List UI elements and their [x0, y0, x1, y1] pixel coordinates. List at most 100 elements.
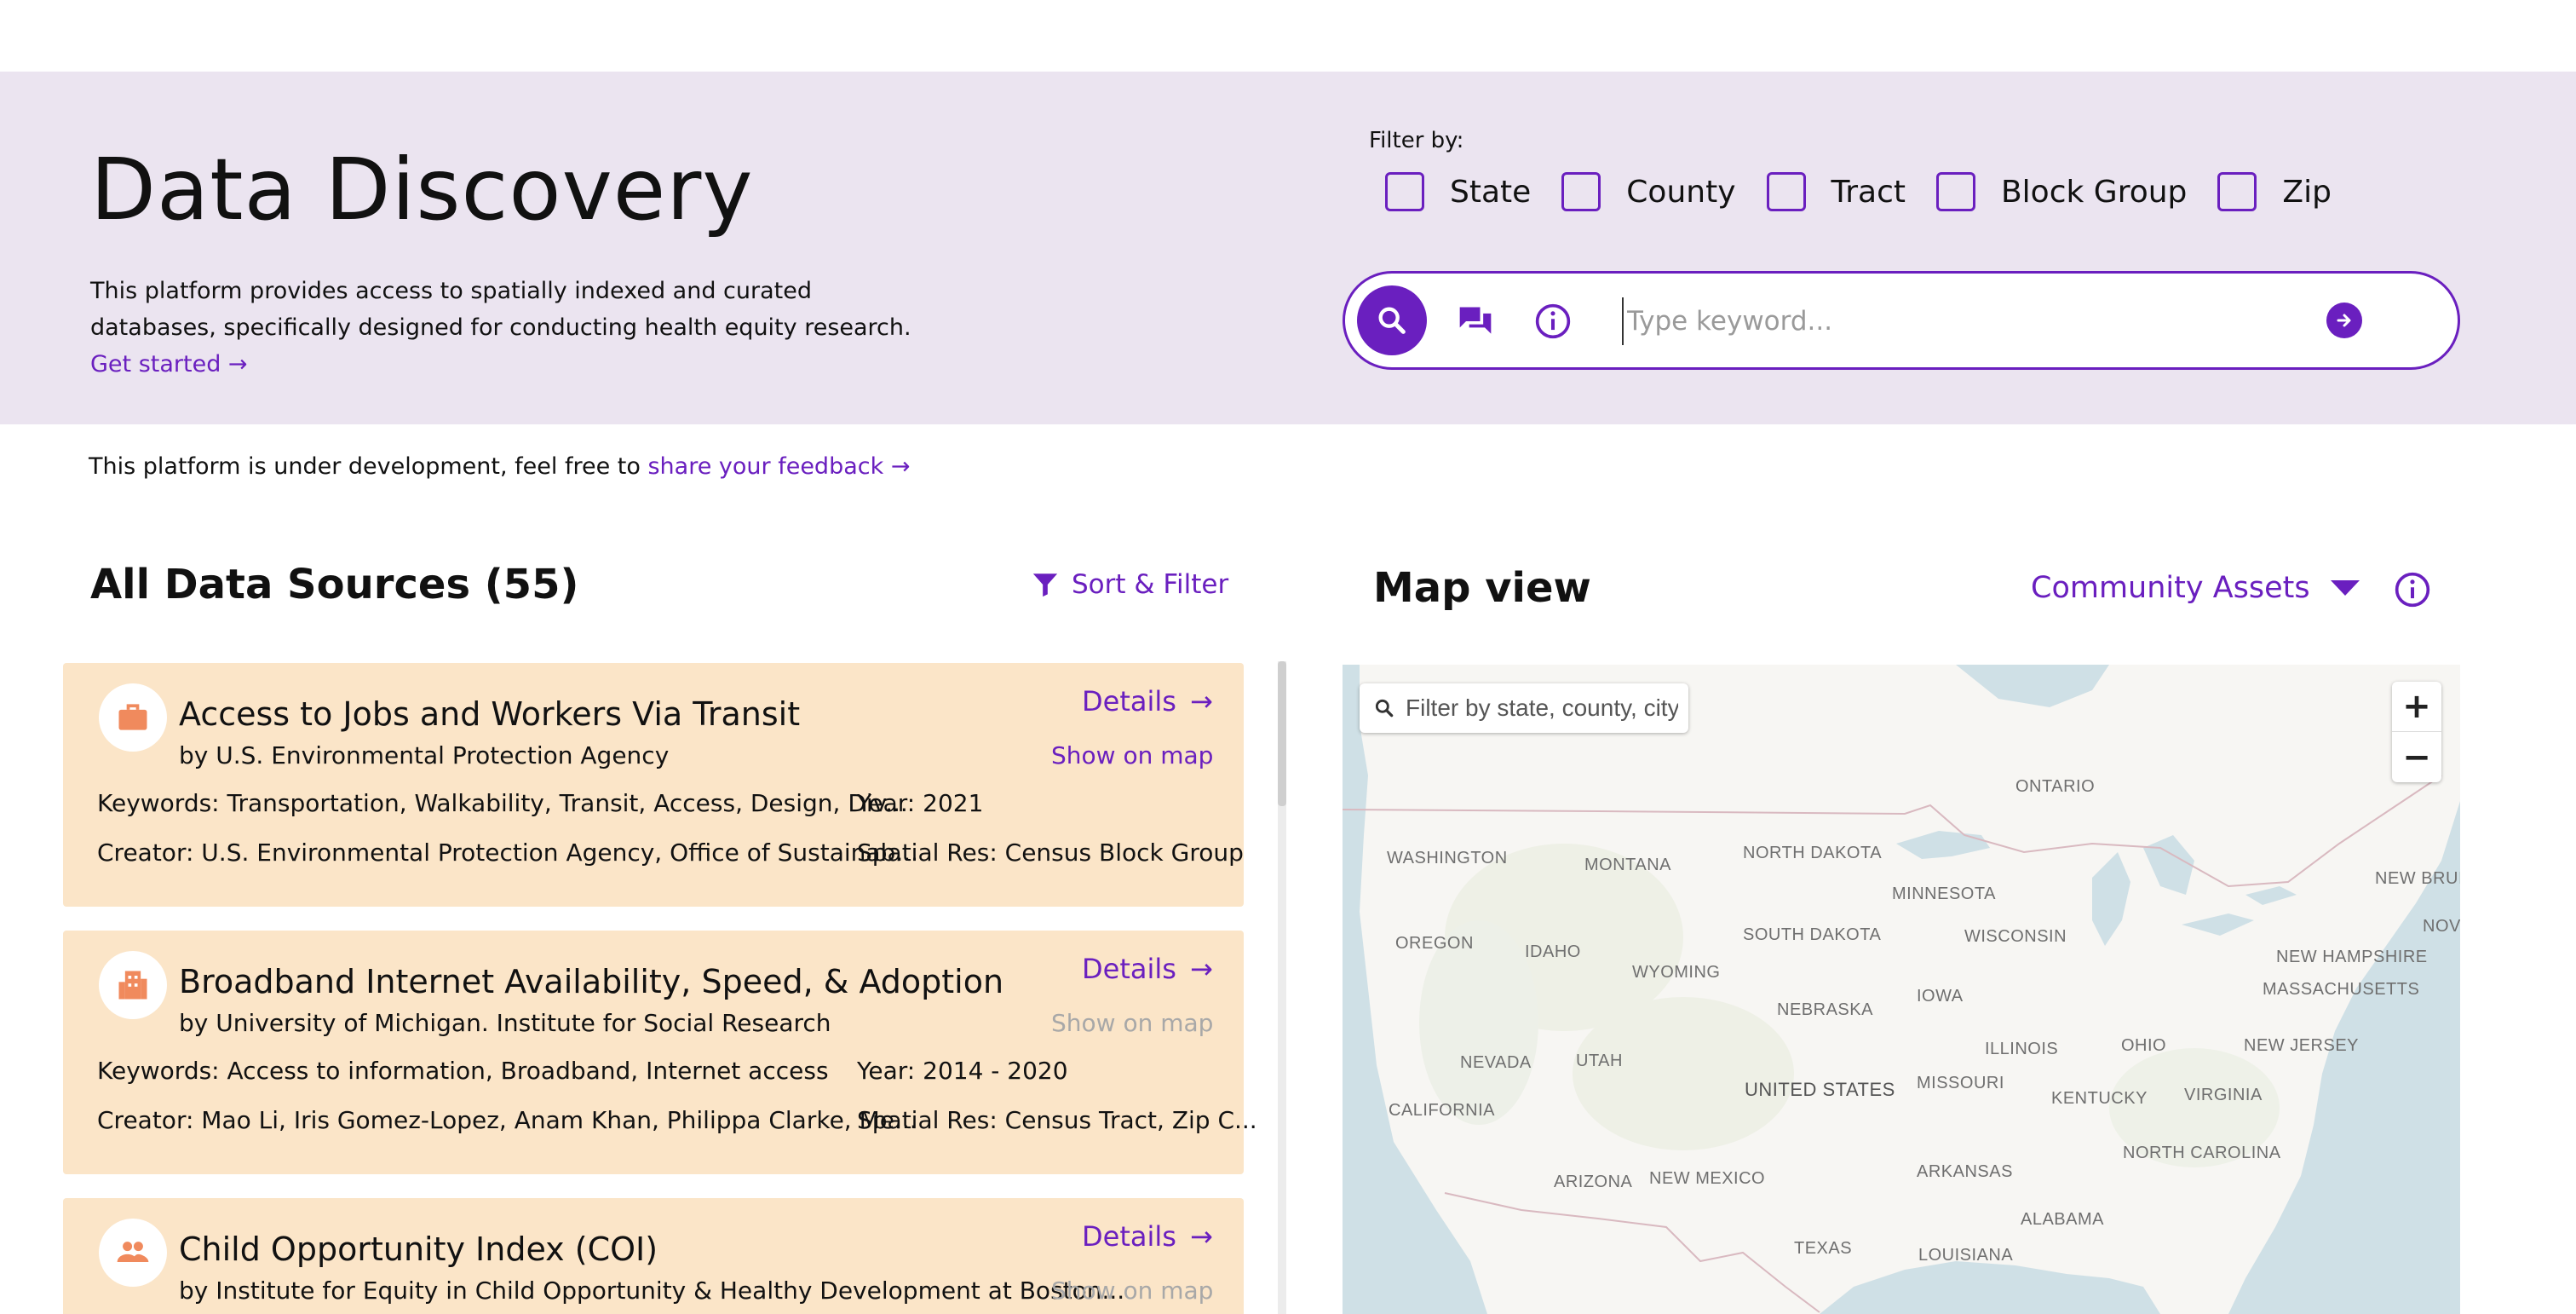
hero-description-text: This platform provides access to spatial… — [90, 278, 911, 341]
filter-tract[interactable]: Tract — [1766, 172, 1906, 211]
map-label-idaho: IDAHO — [1525, 942, 1581, 961]
map-label-ohio: OHIO — [2121, 1036, 2167, 1055]
zip-checkbox[interactable] — [2217, 172, 2257, 211]
show-on-map-link[interactable]: Show on map — [1051, 741, 1213, 769]
map-label-north-dakota: NORTH DAKOTA — [1743, 844, 1883, 862]
details-link[interactable]: Details → — [1082, 1220, 1213, 1253]
arrow-right-icon: → — [1189, 1220, 1213, 1253]
search-submit-button[interactable] — [2326, 303, 2362, 338]
details-link[interactable]: Details → — [1082, 685, 1213, 718]
data-source-card[interactable]: Broadband Internet Availability, Speed, … — [63, 931, 1257, 1174]
caret-down-icon — [2330, 580, 2360, 596]
feedback-link[interactable]: share your feedback → — [647, 453, 910, 480]
details-link[interactable]: Details → — [1082, 953, 1213, 985]
search-icon — [1378, 307, 1406, 334]
card-publisher: by Institute for Equity in Child Opportu… — [179, 1277, 1125, 1305]
filter-state[interactable]: State — [1385, 172, 1531, 211]
top-bar — [0, 0, 2576, 72]
map-label-kentucky: KENTUCKY — [2051, 1089, 2148, 1108]
card-icon-container — [99, 683, 167, 752]
get-started-link[interactable]: Get started → — [90, 351, 248, 377]
data-sources-title: All Data Sources (55) — [90, 561, 579, 608]
block-group-checkbox[interactable] — [1935, 172, 1975, 211]
map-label-virginia: VIRGINIA — [2184, 1086, 2263, 1104]
map-label-missouri: MISSOURI — [1917, 1074, 2004, 1092]
map-label-arkansas: ARKANSAS — [1917, 1162, 2013, 1181]
card-title[interactable]: Access to Jobs and Workers Via Transit — [179, 695, 800, 733]
map-layer-label: Community Assets — [2031, 571, 2310, 605]
map-label-alabama: ALABAMA — [2021, 1210, 2104, 1229]
county-checkbox[interactable] — [1561, 172, 1601, 211]
zoom-in-button[interactable]: + — [2392, 682, 2441, 732]
tract-checkbox[interactable] — [1766, 172, 1806, 211]
data-source-card[interactable]: Access to Jobs and Workers Via Transit b… — [63, 663, 1244, 907]
map-label-nebraska: NEBRASKA — [1777, 1000, 1873, 1019]
map-label-new-jersey: NEW JERSEY — [2244, 1036, 2360, 1055]
map-label-washington: WASHINGTON — [1387, 849, 1508, 867]
map-label-california: CALIFORNIA — [1389, 1101, 1496, 1120]
map-label-united-states: UNITED STATES — [1745, 1079, 1895, 1100]
map-layer-dropdown[interactable]: Community Assets — [2031, 571, 2360, 605]
filter-county-label: County — [1626, 174, 1736, 210]
map-label-ontario: ONTARIO — [2015, 777, 2096, 796]
sort-filter-button[interactable]: Sort & Filter — [1031, 569, 1228, 600]
card-spatial-res: Spatial Res: Census Block Group — [857, 839, 1244, 867]
keyword-input[interactable] — [1622, 297, 2303, 345]
card-icon-container — [99, 951, 167, 1019]
notice-text: This platform is under development, feel… — [89, 453, 641, 480]
details-label: Details — [1082, 953, 1176, 985]
show-on-map-link: Show on map — [1051, 1009, 1214, 1037]
map-label-illinois: ILLINOIS — [1985, 1040, 2059, 1058]
filter-state-label: State — [1450, 174, 1532, 210]
search-icon — [1375, 699, 1394, 718]
map-label-minnesota: MINNESOTA — [1892, 885, 1996, 903]
filter-zip-label: Zip — [2282, 174, 2332, 210]
briefcase-icon — [118, 704, 147, 730]
arrow-right-icon — [2337, 314, 2351, 327]
arrow-right-icon: → — [1189, 953, 1213, 985]
card-spatial-res: Spatial Res: Census Tract, Zip C... — [857, 1106, 1257, 1134]
details-label: Details — [1082, 1220, 1176, 1253]
map-label-louisiana: LOUISIANA — [1918, 1246, 2014, 1265]
map-label-nevada: NEVADA — [1460, 1053, 1532, 1072]
chat-icon[interactable] — [1456, 303, 1495, 343]
development-notice: This platform is under development, feel… — [89, 453, 910, 480]
filter-icon — [1032, 573, 1058, 597]
map-label-montana: MONTANA — [1584, 856, 1672, 874]
map-label-iowa: IOWA — [1917, 987, 1964, 1006]
card-year: Year: 2014 - 2020 — [857, 1057, 1068, 1085]
map-canvas[interactable]: + − ONTARIO WASHINGTON MONTANA NORTH DAK… — [1343, 665, 2460, 1314]
map-label-new-mexico: NEW MEXICO — [1649, 1169, 1766, 1188]
filter-label: Filter by: — [1369, 128, 1464, 153]
info-icon[interactable] — [1534, 303, 1572, 343]
hero-description: This platform provides access to spatial… — [90, 273, 942, 383]
card-title[interactable]: Broadband Internet Availability, Speed, … — [179, 963, 1003, 1000]
map-label-south-dakota: SOUTH DAKOTA — [1743, 925, 1882, 944]
card-title[interactable]: Child Opportunity Index (COI) — [179, 1230, 658, 1268]
card-creator: Creator: Mao Li, Iris Gomez-Lopez, Anam … — [97, 1106, 917, 1134]
search-button[interactable] — [1357, 285, 1427, 355]
map-info-button[interactable] — [2394, 571, 2431, 612]
data-source-card[interactable]: Child Opportunity Index (COI) by Institu… — [63, 1198, 1244, 1314]
card-publisher: by U.S. Environmental Protection Agency — [179, 741, 670, 769]
map-label-arizona: ARIZONA — [1554, 1173, 1633, 1191]
card-keywords: Keywords: Access to information, Broadba… — [97, 1057, 829, 1085]
zoom-control: + − — [2392, 682, 2441, 782]
map-label-texas: TEXAS — [1794, 1239, 1853, 1258]
map-search-box[interactable] — [1360, 683, 1688, 733]
list-scrollbar-thumb[interactable] — [1278, 661, 1286, 806]
map-title: Map view — [1373, 564, 1591, 612]
map-search-input[interactable] — [1406, 694, 1678, 722]
details-label: Details — [1082, 685, 1176, 718]
map-label-massachusetts: MASSACHUSETTS — [2263, 980, 2420, 999]
filter-zip[interactable]: Zip — [2217, 172, 2332, 211]
state-checkbox[interactable] — [1385, 172, 1424, 211]
filter-tract-label: Tract — [1831, 174, 1906, 210]
people-icon — [117, 1242, 149, 1262]
sort-filter-label: Sort & Filter — [1072, 569, 1229, 600]
filter-block-group[interactable]: Block Group — [1935, 172, 2187, 211]
card-icon-container — [99, 1219, 167, 1287]
zoom-out-button[interactable]: − — [2392, 732, 2441, 782]
building-icon — [118, 971, 147, 1000]
filter-county[interactable]: County — [1561, 172, 1736, 211]
